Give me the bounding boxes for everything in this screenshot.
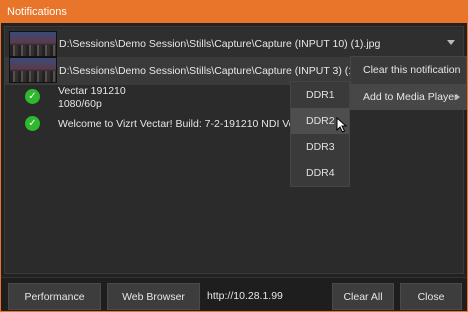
notification-format: 1080/60p — [58, 98, 102, 110]
notification-item[interactable]: D:\Sessions\Demo Session\Stills\Capture\… — [5, 29, 463, 59]
submenu-item-ddr3[interactable]: DDR3 — [291, 134, 349, 160]
submenu-item-ddr1[interactable]: DDR1 — [291, 82, 349, 108]
ddr-submenu: DDR1 DDR2 DDR3 DDR4 — [290, 81, 350, 187]
web-browser-button[interactable]: Web Browser — [107, 283, 200, 310]
notification-path: D:\Sessions\Demo Session\Stills\Capture\… — [59, 65, 375, 77]
performance-button[interactable]: Performance — [8, 283, 101, 310]
notification-message: Welcome to Vizrt Vectar! Build: 7-2-1912… — [58, 118, 321, 130]
stills-capture-thumbnail — [9, 31, 57, 57]
notification-item[interactable]: ✓ Welcome to Vizrt Vectar! Build: 7-2-19… — [5, 113, 463, 133]
check-circle-icon: ✓ — [25, 116, 40, 131]
menu-item-clear-notification[interactable]: Clear this notification — [351, 57, 466, 83]
window-title: Notifications — [1, 1, 467, 23]
chevron-right-icon — [456, 94, 460, 100]
stills-capture-thumbnail — [9, 57, 57, 83]
notification-path: D:\Sessions\Demo Session\Stills\Capture\… — [59, 38, 381, 50]
footer-bar: Performance Web Browser http://10.28.1.9… — [1, 277, 467, 311]
check-circle-icon: ✓ — [25, 89, 40, 104]
clear-all-button[interactable]: Clear All — [332, 283, 394, 310]
menu-item-label: Add to Media Player — [363, 91, 458, 103]
close-button[interactable]: Close — [400, 283, 462, 310]
mouse-pointer-icon — [336, 117, 348, 133]
context-menu: Clear this notification Add to Media Pla… — [350, 56, 467, 110]
chevron-down-icon[interactable] — [447, 40, 455, 45]
notification-version: Vectar 191210 — [58, 85, 126, 97]
notifications-window: Notifications D:\Sessions\Demo Session\S… — [0, 0, 468, 312]
submenu-item-ddr4[interactable]: DDR4 — [291, 160, 349, 186]
server-url: http://10.28.1.99 — [207, 290, 283, 302]
menu-item-add-to-media-player[interactable]: Add to Media Player — [351, 84, 466, 110]
